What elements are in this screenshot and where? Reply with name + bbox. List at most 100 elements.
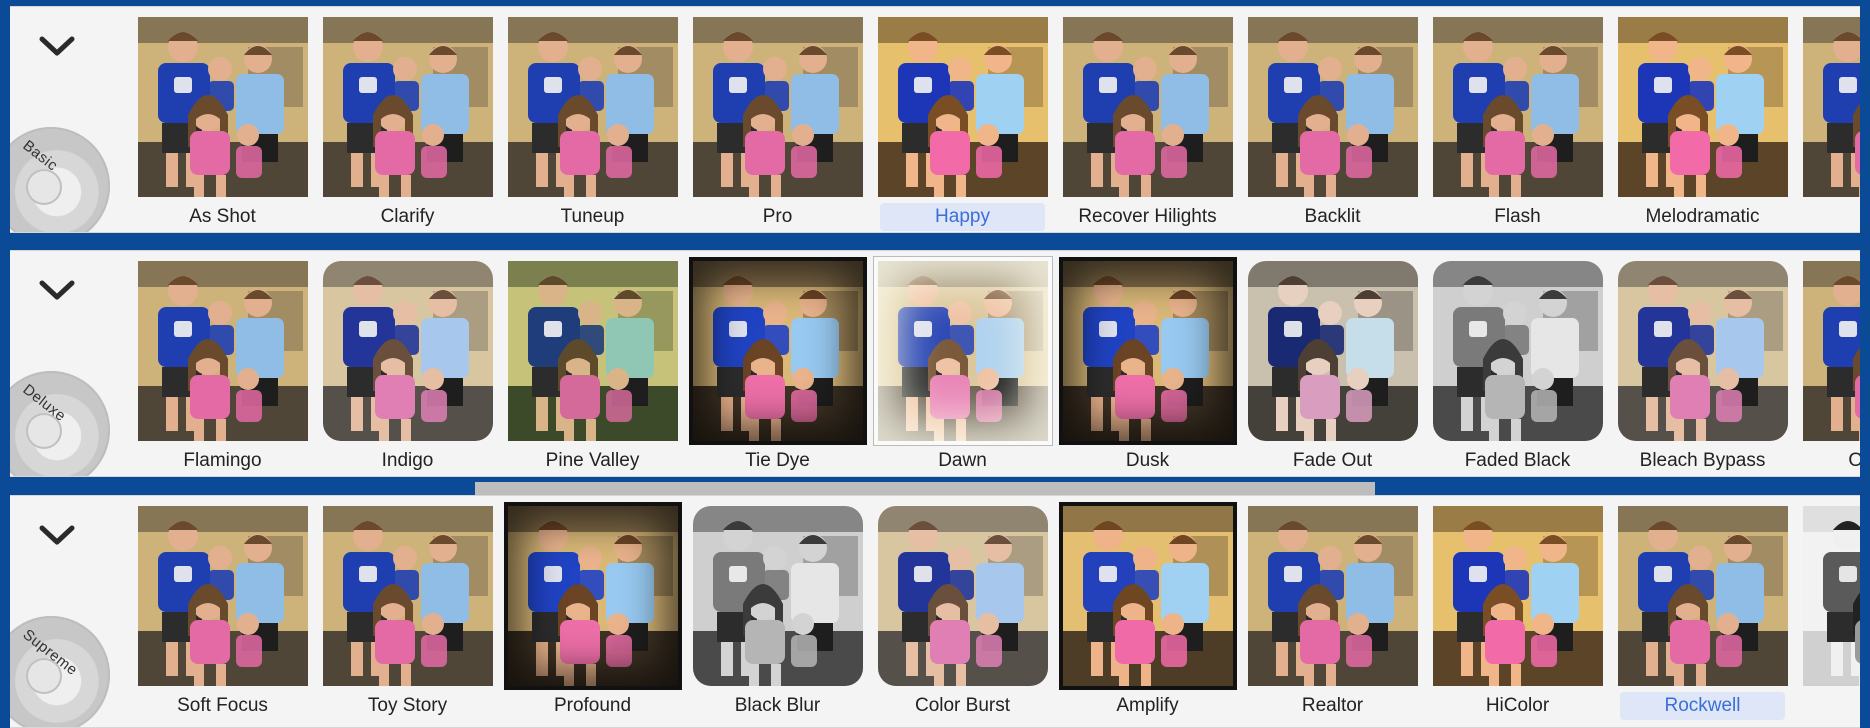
filter-thumbnail[interactable] (508, 17, 678, 197)
filter-thumbnail[interactable] (1803, 506, 1860, 686)
filter-pack-dial[interactable]: Basic (10, 127, 110, 232)
filter-thumbnail[interactable] (878, 17, 1048, 197)
filter-item[interactable]: Realtor (1240, 496, 1425, 727)
filter-thumbnail-image (138, 261, 308, 441)
filter-item[interactable]: Toy Story (315, 496, 500, 727)
filter-thumbnail[interactable] (1618, 261, 1788, 441)
filter-item[interactable]: Black Blur (685, 496, 870, 727)
filter-thumbnail[interactable] (1618, 17, 1788, 197)
chevron-down-icon (39, 525, 75, 545)
filter-thumbnail-image (878, 506, 1048, 686)
filter-thumbnail[interactable] (1433, 17, 1603, 197)
filter-thumbnail[interactable] (1063, 261, 1233, 441)
filter-thumbnail-image (693, 506, 863, 686)
filter-thumbnail[interactable] (323, 506, 493, 686)
filter-item[interactable]: Backlit (1240, 7, 1425, 232)
filter-label: Soft Focus (177, 695, 268, 716)
filter-label: Flash (1494, 206, 1541, 227)
filter-item[interactable]: Color Burst (870, 496, 1055, 727)
filter-thumbnail[interactable] (878, 261, 1048, 441)
collapse-button[interactable] (32, 516, 82, 556)
filter-thumbnail[interactable] (1248, 506, 1418, 686)
filter-thumbnail[interactable] (1248, 17, 1418, 197)
filter-item[interactable]: Faded Black (1425, 251, 1610, 476)
filter-list: As Shot Clarify Tuneup Pro Happy Recover… (130, 7, 1860, 232)
filter-thumbnail-image (878, 17, 1048, 197)
filter-label: Pro (762, 206, 793, 227)
filter-thumbnail[interactable] (138, 261, 308, 441)
filter-thumbnail[interactable] (323, 17, 493, 197)
filter-item[interactable]: Pine Valley (500, 251, 685, 476)
filter-thumbnail-image (1063, 17, 1233, 197)
filter-thumbnail[interactable] (138, 17, 308, 197)
filter-thumbnail-image (323, 506, 493, 686)
filter-thumbnail-image (1433, 506, 1603, 686)
filter-thumbnail[interactable] (693, 17, 863, 197)
filter-thumbnail[interactable] (138, 506, 308, 686)
filter-thumbnail-image (138, 17, 308, 197)
filter-thumbnail[interactable] (1248, 261, 1418, 441)
filter-item[interactable]: Dusk (1055, 251, 1240, 476)
filter-item[interactable]: Profound (500, 496, 685, 727)
filter-item[interactable]: Amplify (1055, 496, 1240, 727)
filter-item[interactable]: Sketc (1795, 496, 1860, 727)
filter-item[interactable]: Happy (870, 7, 1055, 232)
filter-thumbnail[interactable] (508, 261, 678, 441)
filter-pack-dial[interactable]: Supreme (10, 616, 110, 727)
filter-item[interactable]: Flash (1425, 7, 1610, 232)
filter-thumbnail-image (878, 261, 1048, 441)
filter-thumbnail[interactable] (878, 506, 1048, 686)
filter-pack-dial[interactable]: Deluxe (10, 371, 110, 476)
filter-item[interactable]: Dawn (870, 251, 1055, 476)
filter-label: Faded Black (1464, 450, 1571, 471)
filter-label: Bleach Bypass (1639, 450, 1766, 471)
filter-thumbnail[interactable] (1063, 506, 1233, 686)
filter-item[interactable]: Darke (1795, 7, 1860, 232)
filter-list: Soft Focus Toy Story Profound Black Blur… (130, 496, 1860, 727)
filter-item[interactable]: As Shot (130, 7, 315, 232)
filter-item[interactable]: Tuneup (500, 7, 685, 232)
filter-label: Indigo (381, 450, 434, 471)
collapse-button[interactable] (32, 27, 82, 67)
filter-thumbnail[interactable] (1803, 261, 1860, 441)
filter-label: Pine Valley (545, 450, 640, 471)
filter-thumbnail[interactable] (693, 506, 863, 686)
filter-item[interactable]: Bleach Bypass (1610, 251, 1795, 476)
filter-thumbnail-image (1248, 17, 1418, 197)
filter-label: As Shot (189, 206, 256, 227)
filter-label: Rockwell (1620, 692, 1785, 720)
collapse-button[interactable] (32, 271, 82, 311)
filter-item[interactable]: Rockwell (1610, 496, 1795, 727)
chevron-down-icon (39, 280, 75, 300)
filter-thumbnail-image (1063, 261, 1233, 441)
filter-item[interactable]: Fade Out (1240, 251, 1425, 476)
filter-item[interactable]: Recover Hilights (1055, 7, 1240, 232)
filter-thumbnail-image (1803, 17, 1860, 197)
filter-thumbnail[interactable] (323, 261, 493, 441)
filter-label: Fade Out (1292, 450, 1373, 471)
filter-item[interactable]: HiColor (1425, 496, 1610, 727)
filter-label: Sketc (1795, 692, 1860, 720)
background-photo-edge (475, 482, 1375, 496)
filter-thumbnail[interactable] (508, 506, 678, 686)
filter-thumbnail[interactable] (1618, 506, 1788, 686)
filter-thumbnail[interactable] (1803, 17, 1860, 197)
filter-item[interactable]: Soft Focus (130, 496, 315, 727)
filter-thumbnail[interactable] (693, 261, 863, 441)
filter-thumbnail-image (1248, 506, 1418, 686)
filter-item[interactable]: Tie Dye (685, 251, 870, 476)
filter-item[interactable]: Melodramatic (1610, 7, 1795, 232)
filter-label: Dusk (1125, 450, 1170, 471)
filter-thumbnail-image (1433, 17, 1603, 197)
filter-item[interactable]: Old Scho (1795, 251, 1860, 476)
filter-item[interactable]: Pro (685, 7, 870, 232)
filter-strip-supreme: Supreme Soft Focus Toy Story Profound Bl… (10, 495, 1860, 728)
filter-thumbnail[interactable] (1433, 261, 1603, 441)
filter-strip-deluxe: Deluxe Flamingo Indigo Pine Valley Tie D… (10, 250, 1860, 477)
filter-item[interactable]: Flamingo (130, 251, 315, 476)
filter-item[interactable]: Indigo (315, 251, 500, 476)
filter-strip-basic: Basic As Shot Clarify Tuneup Pro Happy R… (10, 6, 1860, 233)
filter-thumbnail[interactable] (1063, 17, 1233, 197)
filter-item[interactable]: Clarify (315, 7, 500, 232)
filter-thumbnail[interactable] (1433, 506, 1603, 686)
